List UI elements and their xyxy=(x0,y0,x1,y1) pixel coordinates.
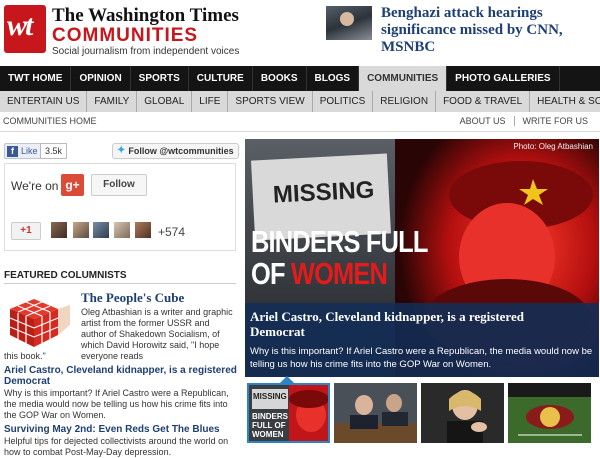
hero-overlay-binders: BINDERS FULL xyxy=(251,224,428,259)
subnav-sports-view[interactable]: SPORTS VIEW xyxy=(228,91,313,112)
breadcrumb-bar: COMMUNITIES HOME ABOUT US WRITE FOR US xyxy=(0,112,600,132)
story-title-link[interactable]: Ariel Castro, Cleveland kidnapper, is a … xyxy=(4,365,238,387)
columnist-bio-end: this book." xyxy=(4,351,46,361)
plus-one-button[interactable]: +1 xyxy=(11,222,41,240)
slideshow-thumb-2[interactable] xyxy=(334,383,417,443)
plus-one-count: +574 xyxy=(158,225,186,239)
subnav-politics[interactable]: POLITICS xyxy=(313,91,374,112)
twitter-bird-icon: ✦ xyxy=(117,145,126,156)
photo-credit: Photo: Oleg Atbashian xyxy=(513,142,593,151)
hero-overlay-of-women: OF WOMEN xyxy=(251,256,388,291)
nav-opinion[interactable]: OPINION xyxy=(71,66,131,91)
subnav-entertain-us[interactable]: ENTERTAIN US xyxy=(0,91,88,112)
facebook-like-label: Like xyxy=(21,146,38,156)
rubiks-cube-icon[interactable] xyxy=(4,291,72,351)
hero-slideshow[interactable]: Photo: Oleg Atbashian MISSING BINDERS FU… xyxy=(245,139,599,377)
logo-mark[interactable]: wt xyxy=(4,5,46,53)
hero-caption: Ariel Castro, Cleveland kidnapper, is a … xyxy=(245,303,599,377)
facebook-icon: f xyxy=(7,145,18,157)
brand-tagline: Social journalism from independent voice… xyxy=(52,46,240,57)
twitter-follow-label: Follow @wtcommunities xyxy=(128,146,234,156)
hero-summary: Why is this important? If Ariel Castro w… xyxy=(250,346,593,370)
columnist-name-link[interactable]: The People's Cube xyxy=(81,290,184,306)
hero-overlay-of: OF xyxy=(251,256,285,291)
subnav-food-travel[interactable]: FOOD & TRAVEL xyxy=(436,91,531,112)
follower-avatar[interactable] xyxy=(73,222,89,238)
google-plus-icon[interactable]: g+ xyxy=(61,174,84,196)
subnav-global[interactable]: GLOBAL xyxy=(137,91,193,112)
featured-columnists-heading: FEATURED COLUMNISTS xyxy=(4,270,127,281)
brand-title[interactable]: The Washington Times xyxy=(52,5,239,27)
write-for-us-link[interactable]: WRITE FOR US xyxy=(513,116,597,126)
google-plus-badge: We're on g+ Follow +1 +574 xyxy=(4,163,236,251)
promo-headline-link[interactable]: Benghazi attack hearings significance mi… xyxy=(381,5,600,56)
follower-avatar[interactable] xyxy=(93,222,109,238)
follower-avatar[interactable] xyxy=(114,222,130,238)
google-plus-follow-button[interactable]: Follow xyxy=(91,174,147,196)
hero-title-link[interactable]: Ariel Castro, Cleveland kidnapper, is a … xyxy=(250,309,550,339)
thumb-missing-text: MISSING xyxy=(253,392,287,401)
twitter-follow-button[interactable]: ✦ Follow @wtcommunities xyxy=(112,143,239,159)
main-nav: TWT HOME OPINION SPORTS CULTURE BOOKS BL… xyxy=(0,66,600,91)
follower-avatar[interactable] xyxy=(135,222,151,238)
breadcrumb-communities-home[interactable]: COMMUNITIES HOME xyxy=(3,116,97,126)
slideshow-thumb-1[interactable]: MISSING BINDERS FULL OF WOMEN xyxy=(247,383,330,443)
utility-links: ABOUT US WRITE FOR US xyxy=(452,116,596,126)
columnist-bio: Oleg Atbashian is a writer and graphic a… xyxy=(81,307,233,361)
slideshow-thumb-3[interactable] xyxy=(421,383,504,443)
were-on-label: We're on xyxy=(11,179,59,193)
section-divider xyxy=(4,283,236,284)
slideshow-thumb-4[interactable] xyxy=(508,383,591,443)
nav-twt-home[interactable]: TWT HOME xyxy=(0,66,72,91)
facebook-like-count: 3.5k xyxy=(40,143,68,159)
nav-photo-galleries[interactable]: PHOTO GALLERIES xyxy=(447,66,560,91)
brand-communities[interactable]: COMMUNITIES xyxy=(52,25,198,47)
hero-overlay-women: WOMEN xyxy=(290,256,388,291)
story-title-link[interactable]: Surviving May 2nd: Even Reds Get The Blu… xyxy=(4,424,238,435)
subnav-life[interactable]: LIFE xyxy=(192,91,229,112)
social-share-row: f Like 3.5k ✦ Follow @wtcommunities xyxy=(4,143,239,161)
active-thumb-pointer xyxy=(280,376,294,383)
site-header: wt The Washington Times COMMUNITIES Soci… xyxy=(0,0,600,66)
follower-avatar[interactable] xyxy=(51,222,67,238)
thumb-image xyxy=(508,383,591,443)
subnav-religion[interactable]: RELIGION xyxy=(373,91,437,112)
subnav-health-science[interactable]: HEALTH & SCIEN xyxy=(530,91,600,112)
logo-mark-text: wt xyxy=(7,9,33,42)
story-summary: Why is this important? If Ariel Castro w… xyxy=(4,388,229,420)
nav-books[interactable]: BOOKS xyxy=(253,66,307,91)
subnav-family[interactable]: FAMILY xyxy=(87,91,138,112)
nav-communities[interactable]: COMMUNITIES xyxy=(359,66,448,91)
nav-sports[interactable]: SPORTS xyxy=(131,66,189,91)
thumb-image xyxy=(421,383,504,443)
sub-nav: ENTERTAIN US FAMILY GLOBAL LIFE SPORTS V… xyxy=(0,91,600,112)
thumb-image xyxy=(334,383,417,443)
facebook-like-button[interactable]: f Like xyxy=(4,143,43,159)
missing-sign-text: MISSING xyxy=(272,176,375,209)
thumb-binders-text: BINDERS FULL OF WOMEN xyxy=(252,412,289,439)
story-summary: Helpful tips for dejected collectivists … xyxy=(4,436,229,457)
nav-blogs[interactable]: BLOGS xyxy=(307,66,360,91)
nav-culture[interactable]: CULTURE xyxy=(189,66,253,91)
about-us-link[interactable]: ABOUT US xyxy=(452,116,514,126)
promo-thumb-face xyxy=(340,12,354,26)
promo-thumbnail[interactable] xyxy=(326,6,372,40)
